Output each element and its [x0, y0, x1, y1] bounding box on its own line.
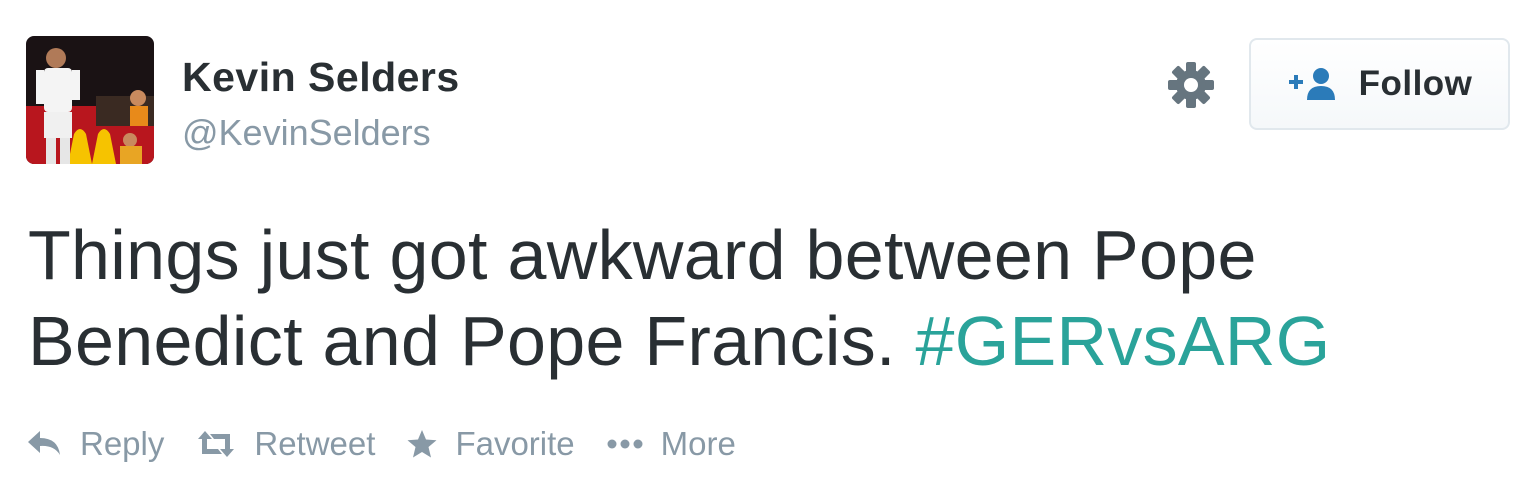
reply-button[interactable]: Reply [28, 425, 164, 463]
star-icon [407, 430, 437, 458]
gear-icon[interactable] [1166, 60, 1216, 110]
follow-button[interactable]: Follow [1249, 38, 1510, 130]
favorite-label: Favorite [455, 425, 575, 462]
author-screen-name[interactable]: @KevinSelders [182, 112, 431, 154]
tweet-card: Kevin Selders @KevinSelders Follow Thing… [0, 0, 1540, 482]
tweet-text: Things just got awkward between Pope Ben… [28, 212, 1488, 384]
avatar[interactable] [26, 36, 154, 164]
retweet-icon [198, 431, 235, 457]
reply-icon [28, 431, 60, 455]
retweet-label: Retweet [254, 425, 376, 462]
player-photo-avatar [26, 36, 154, 164]
follow-label: Follow [1358, 64, 1473, 103]
hashtag-link[interactable]: #GERvsARG [916, 302, 1331, 380]
author-display-name[interactable]: Kevin Selders [182, 54, 460, 101]
more-dots-icon [607, 439, 643, 449]
add-user-icon [1287, 66, 1339, 102]
tweet-actions: Reply Retweet Favorite More [28, 420, 768, 468]
more-button[interactable]: More [607, 425, 736, 463]
more-label: More [660, 425, 736, 462]
reply-label: Reply [80, 425, 165, 462]
favorite-button[interactable]: Favorite [407, 425, 575, 463]
retweet-button[interactable]: Retweet [196, 425, 375, 463]
